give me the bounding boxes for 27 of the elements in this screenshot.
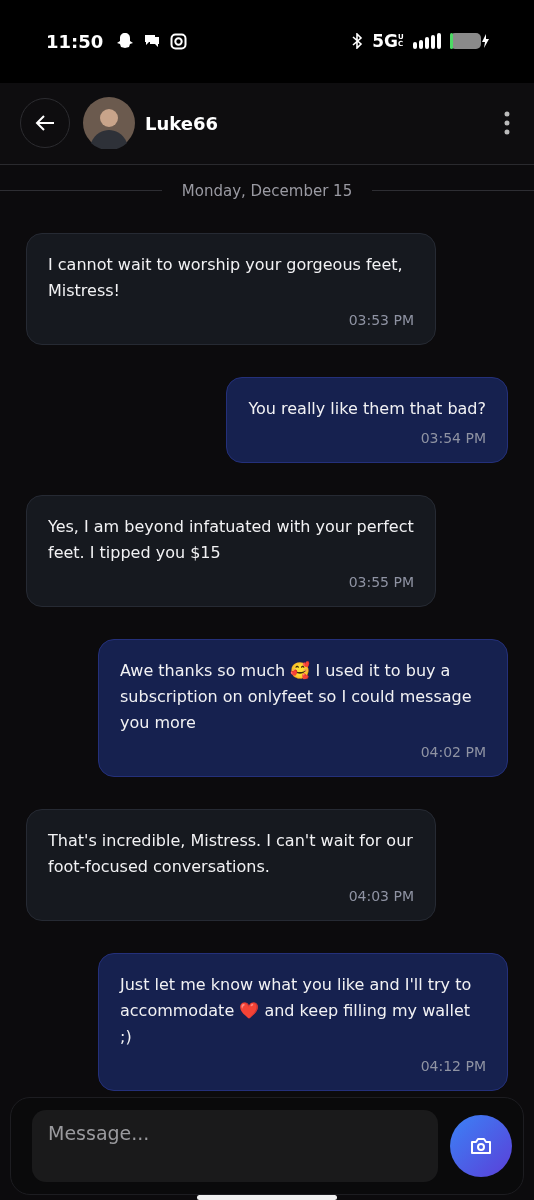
message-time: 04:12 PM [420,1058,486,1075]
network-label: 5G [372,31,398,52]
message-text: Yes, I am beyond infatuated with your perfect feet. I tipped you $15 [48,516,414,565]
clock: 11:50 [46,30,104,52]
back-button[interactable] [20,98,70,149]
bluetooth-icon [351,33,364,50]
camera-icon [170,32,188,50]
date-label: Monday, December 15 [181,181,353,200]
message-time: 03:54 PM [420,430,486,447]
avatar [83,97,135,150]
camera-icon [470,1137,492,1155]
message-time: 04:02 PM [420,744,486,761]
message-text: Awe thanks so much 🥰 I used it to buy a subscription on onlyfeet so I could message you more [120,660,473,735]
message-field[interactable]: Message... [32,1110,438,1182]
message-text: You really like them that bad? [248,398,486,421]
message-text: I cannot wait to worship your gorgeous feet, Mistress! [48,254,404,303]
ghost-icon [116,32,135,51]
message-time: 03:55 PM [348,574,414,591]
contact-name: Luke66 [145,112,220,134]
signal-icon [413,33,441,50]
message-time: 03:53 PM [348,312,414,329]
message-text: That's incredible, Mistress. I can't wait for our foot-focused conversations. [48,830,414,879]
battery-icon [450,32,490,51]
message-time: 04:03 PM [348,888,414,905]
more-icon [504,111,510,136]
message-text: Just let me know what you like and I'll try to accommodate ❤ and keep filling my wallet ;) [120,974,473,1049]
back-arrow-icon [35,114,55,133]
